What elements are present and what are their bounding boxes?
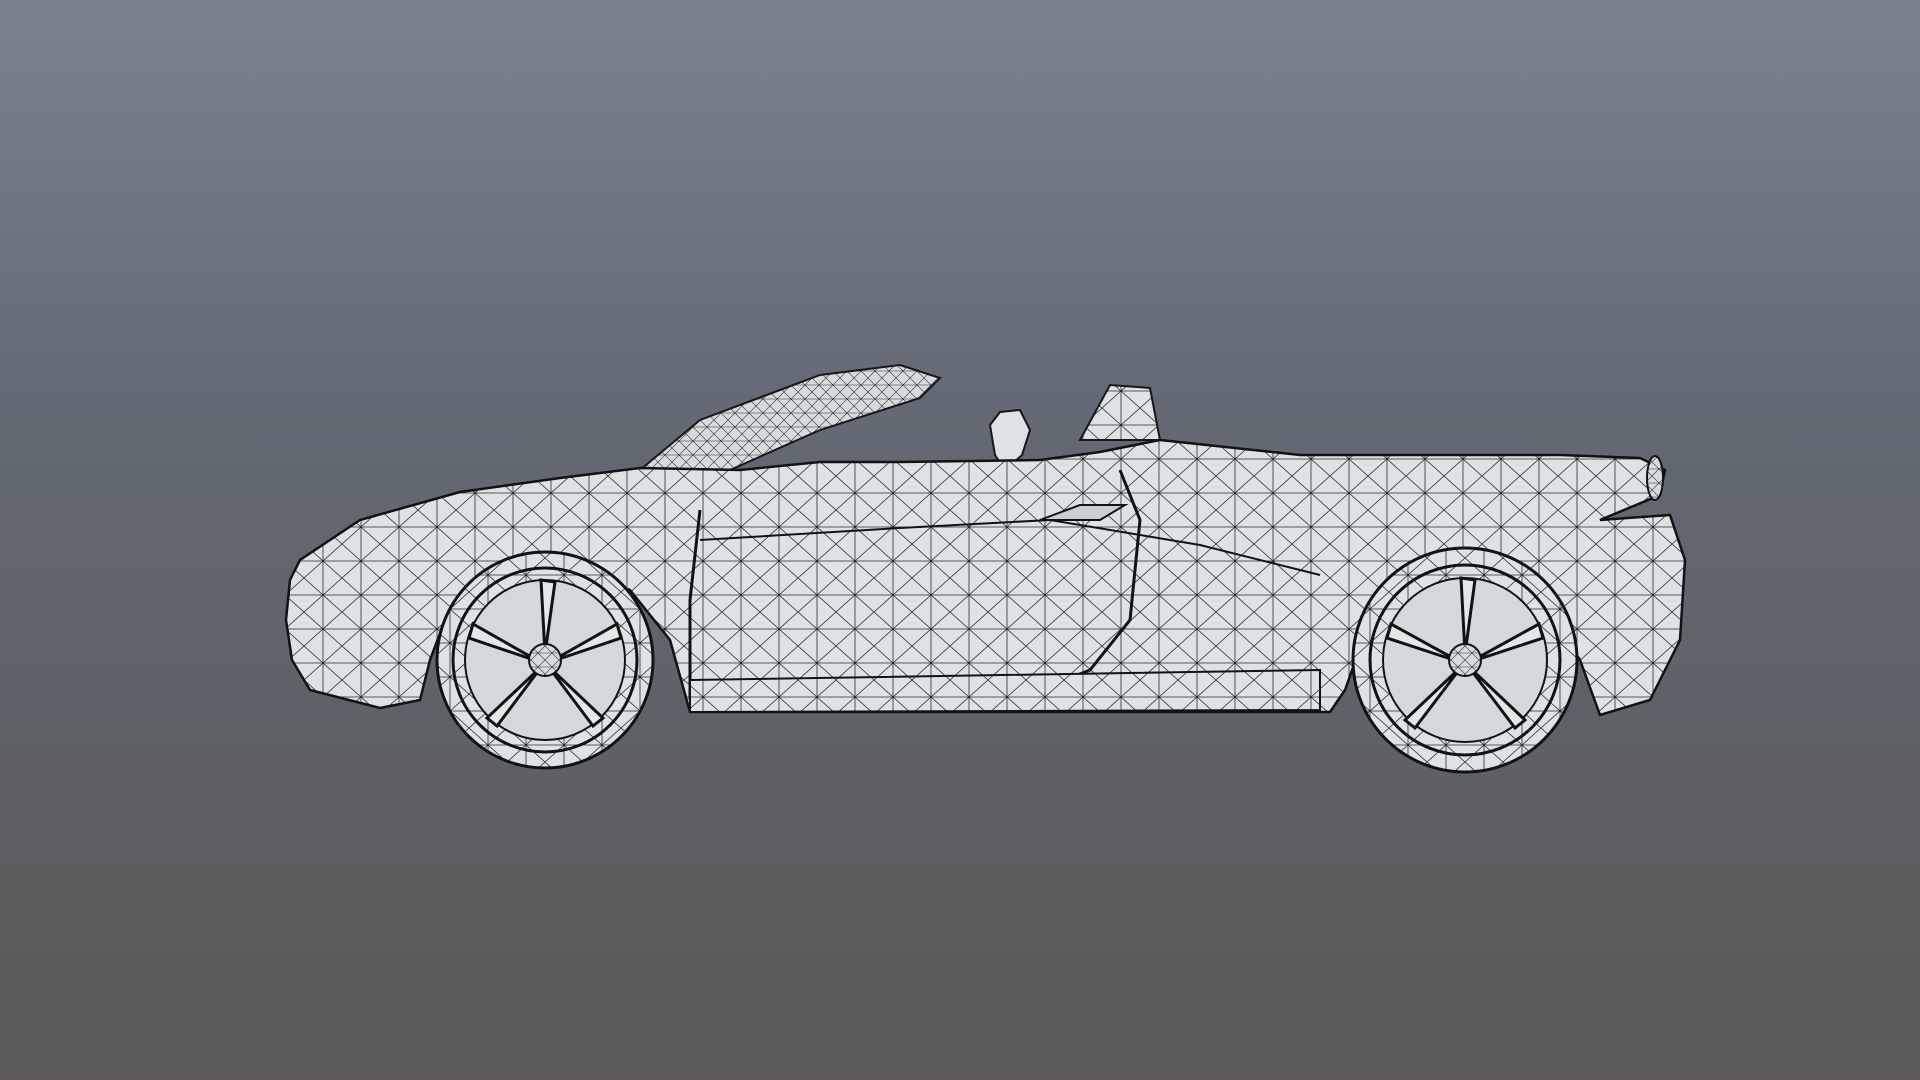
tail-light <box>1646 455 1664 501</box>
rear-wheel <box>1351 546 1579 774</box>
3d-viewport[interactable] <box>0 0 1920 1080</box>
front-wheel <box>435 550 655 770</box>
roll-bar <box>1078 383 1162 441</box>
car-wireframe-model[interactable] <box>0 0 1920 1080</box>
windshield-frame <box>637 363 942 471</box>
